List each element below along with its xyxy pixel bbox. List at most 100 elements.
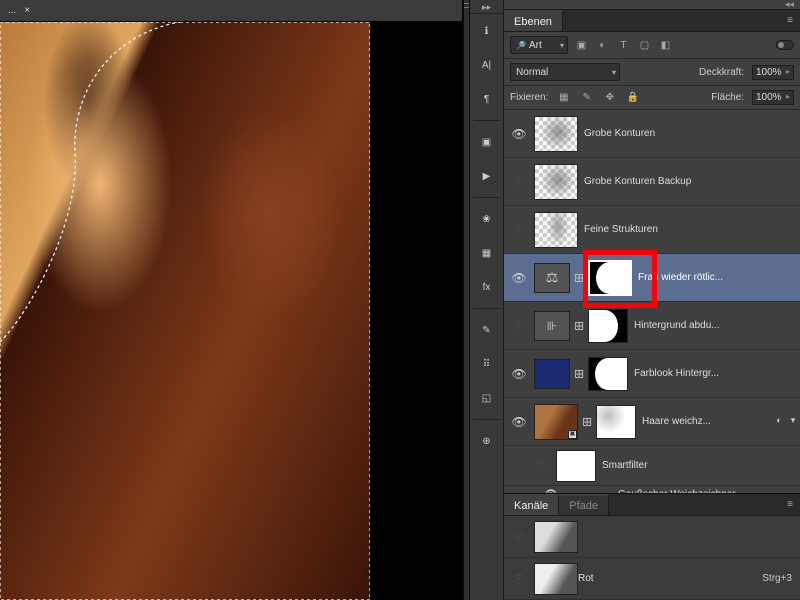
document-image — [0, 22, 370, 600]
filter-mask-thumb[interactable] — [556, 450, 596, 482]
lock-all-icon[interactable]: 🔒 — [625, 90, 640, 105]
visibility-icon[interactable]: 👁 — [504, 271, 534, 285]
collapsed-panel-rail: ▸▸ ℹ A| ¶ ▣ ▶ ❀ ▦ fx ✎ ⠿ ◱ ⊕ — [470, 0, 504, 600]
layer-name[interactable]: Feine Strukturen — [584, 224, 800, 235]
layer-row[interactable]: 👁 ⊪ 𐌎 Hintergrund abdu... — [504, 302, 800, 350]
layer-row[interactable]: 👁 ▣ 𐌎 Haare weichz... ◐ ▾ — [504, 398, 800, 446]
channels-panel: Kanäle Pfade ≡ 👁 👁 Rot Strg+3 — [504, 493, 800, 600]
lock-position-icon[interactable]: ✥ — [602, 90, 617, 105]
rail-paragraph-icon[interactable]: ¶ — [473, 85, 501, 113]
layer-row[interactable]: 👁 𐌎 Farblook Hintergr... — [504, 350, 800, 398]
filter-toggle[interactable] — [776, 40, 794, 50]
document-tab[interactable]: ... × — [0, 0, 462, 22]
layer-thumb[interactable] — [534, 116, 578, 152]
document-title: ... — [8, 5, 16, 16]
layer-filter-type-select[interactable]: Art — [510, 36, 568, 54]
layer-list[interactable]: 👁 Grobe Konturen 👁 Grobe Konturen Backup… — [504, 110, 800, 493]
visibility-icon[interactable]: 👁 — [504, 415, 534, 429]
rail-add-icon[interactable]: ⊕ — [473, 427, 501, 455]
opacity-input[interactable]: 100% — [752, 65, 794, 80]
layers-panel-header: Ebenen ≡ — [504, 10, 800, 32]
visibility-icon[interactable]: 👁 — [504, 127, 534, 141]
link-icon[interactable]: 𐌎 — [574, 272, 584, 284]
layer-name[interactable]: Haare weichz... — [642, 416, 772, 427]
channel-row[interactable]: 👁 — [504, 516, 800, 558]
adjustment-thumb[interactable]: ⚖ — [534, 263, 570, 293]
panel-collapse-icon[interactable]: ◂◂ — [504, 0, 800, 10]
rail-brushpresets-icon[interactable]: ⠿ — [473, 350, 501, 378]
visibility-icon[interactable]: 👁 — [504, 223, 534, 237]
channel-thumb[interactable] — [534, 563, 578, 595]
layer-row[interactable]: 👁 ⚖ 𐌎 Frau wieder rötlic... — [504, 254, 800, 302]
layer-mask-thumb[interactable] — [588, 357, 628, 391]
panel-menu-icon[interactable]: ≡ — [780, 10, 800, 31]
filter-shape-icon[interactable]: ▢ — [637, 38, 652, 53]
layer-thumb[interactable] — [534, 212, 578, 248]
lock-label: Fixieren: — [510, 92, 548, 103]
rail-brush-icon[interactable]: ✎ — [473, 316, 501, 344]
channel-row[interactable]: 👁 Rot Strg+3 — [504, 558, 800, 600]
rail-color-icon[interactable]: ❀ — [473, 205, 501, 233]
canvas-area[interactable]: ... × — [0, 0, 463, 600]
layer-name[interactable]: Farblook Hintergr... — [634, 368, 800, 379]
blend-mode-select[interactable]: Normal — [510, 63, 620, 81]
layers-panel: Art ▣ ◐ T ▢ ◧ Normal Deckkraft: 100% Fix… — [504, 32, 800, 493]
link-icon[interactable]: 𐌎 — [574, 320, 584, 332]
layer-name[interactable]: Grobe Konturen Backup — [584, 176, 800, 187]
layer-row[interactable]: 👁 Grobe Konturen Backup — [504, 158, 800, 206]
fill-thumb[interactable] — [534, 359, 570, 389]
visibility-icon[interactable]: 👁 — [536, 489, 566, 493]
filter-text-icon[interactable]: T — [616, 38, 631, 53]
filter-pixel-icon[interactable]: ▣ — [574, 38, 589, 53]
adjustment-thumb[interactable]: ⊪ — [534, 311, 570, 341]
layer-name[interactable]: Grobe Konturen — [584, 128, 800, 139]
layer-mask-thumb[interactable] — [588, 309, 628, 343]
smartobj-thumb[interactable]: ▣ — [534, 404, 578, 440]
panel-menu-icon[interactable]: ≡ — [780, 494, 800, 515]
tab-channels[interactable]: Kanäle — [504, 494, 559, 515]
visibility-icon[interactable]: 👁 — [504, 572, 534, 586]
channel-name[interactable]: Rot — [578, 573, 762, 584]
rail-info-icon[interactable]: ℹ — [473, 17, 501, 45]
layer-mask-thumb[interactable] — [588, 260, 632, 296]
channel-thumb[interactable] — [534, 521, 578, 553]
fill-input[interactable]: 100% — [752, 90, 794, 105]
layer-name[interactable]: Frau wieder rötlic... — [638, 272, 800, 283]
layer-name[interactable]: Smartfilter — [602, 460, 800, 471]
layer-row[interactable]: 👁 Feine Strukturen — [504, 206, 800, 254]
filter-adjust-icon[interactable]: ◐ — [595, 38, 610, 53]
filter-smart-icon[interactable]: ◧ — [658, 38, 673, 53]
layer-row[interactable]: 👁 Grobe Konturen — [504, 110, 800, 158]
filter-item-row[interactable]: 👁 Gaußscher Weichzeichner — [504, 486, 800, 493]
visibility-icon[interactable]: 👁 — [504, 175, 534, 189]
tab-layers[interactable]: Ebenen — [504, 10, 563, 31]
filter-disclosure-icon[interactable]: ◐ — [772, 415, 786, 429]
tab-paths[interactable]: Pfade — [559, 494, 609, 515]
rail-navigator-icon[interactable]: ▣ — [473, 128, 501, 156]
panel-divider[interactable] — [463, 0, 470, 600]
canvas[interactable] — [0, 22, 462, 600]
layers-options-bar: Normal Deckkraft: 100% — [504, 59, 800, 86]
visibility-icon[interactable]: 👁 — [504, 367, 534, 381]
layer-mask-thumb[interactable] — [596, 405, 636, 439]
rail-character-icon[interactable]: A| — [473, 51, 501, 79]
rail-styles-icon[interactable]: fx — [473, 273, 501, 301]
expand-rail-icon[interactable]: ▸▸ — [470, 0, 503, 14]
lock-pixels-icon[interactable]: ✎ — [579, 90, 594, 105]
layer-name[interactable]: Hintergrund abdu... — [634, 320, 800, 331]
link-icon[interactable]: 𐌎 — [574, 368, 584, 380]
visibility-icon[interactable]: 👁 — [526, 459, 556, 473]
panels-column: ◂◂ Ebenen ≡ Art ▣ ◐ T ▢ ◧ Normal Deckkra… — [504, 0, 800, 600]
smartfilter-row[interactable]: 👁 Smartfilter — [504, 446, 800, 486]
rail-actions-icon[interactable]: ▶ — [473, 162, 501, 190]
close-icon[interactable]: × — [22, 5, 32, 16]
visibility-icon[interactable]: 👁 — [504, 319, 534, 333]
link-icon[interactable]: 𐌎 — [582, 416, 592, 428]
chevron-down-icon[interactable]: ▾ — [786, 415, 800, 429]
filter-name[interactable]: Gaußscher Weichzeichner — [618, 489, 736, 493]
rail-clone-icon[interactable]: ◱ — [473, 384, 501, 412]
visibility-icon[interactable]: 👁 — [504, 530, 534, 544]
rail-swatches-icon[interactable]: ▦ — [473, 239, 501, 267]
layer-thumb[interactable] — [534, 164, 578, 200]
lock-transparent-icon[interactable]: ▦ — [556, 90, 571, 105]
